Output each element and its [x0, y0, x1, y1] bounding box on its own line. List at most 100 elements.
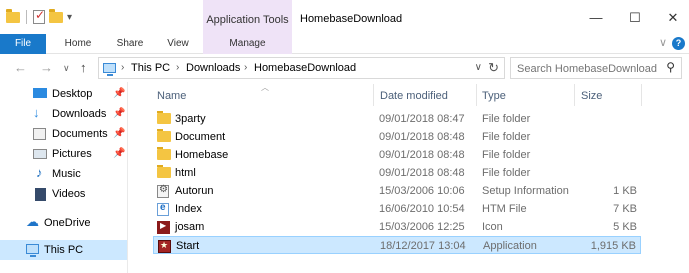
- column-header-size[interactable]: Size: [581, 90, 602, 102]
- videos-icon: [35, 188, 46, 201]
- file-date: 09/01/2018 08:48: [379, 149, 465, 161]
- pc-icon: [26, 244, 39, 257]
- breadcrumb-downloads[interactable]: Downloads: [186, 62, 240, 74]
- tab-view[interactable]: View: [158, 34, 198, 54]
- column-header-name[interactable]: Name: [157, 90, 186, 102]
- table-row[interactable]: Index 16/06/2010 10:54 HTM File 7 KB: [153, 200, 641, 218]
- table-row[interactable]: html 09/01/2018 08:48 File folder: [153, 164, 641, 182]
- sidebar-item-label: Downloads: [52, 108, 107, 120]
- sort-ascending-icon: ︿: [261, 83, 269, 92]
- pin-icon[interactable]: 📌: [113, 108, 125, 119]
- sidebar-item-downloads[interactable]: ↓ Downloads 📌: [0, 104, 127, 124]
- title-bar: ▾ Application Tools HomebaseDownload — ☐…: [0, 0, 689, 34]
- search-icon[interactable]: ⚲: [666, 60, 675, 74]
- chevron-right-icon[interactable]: ›: [244, 62, 247, 73]
- file-name: Index: [175, 203, 202, 215]
- tab-share[interactable]: Share: [110, 34, 150, 54]
- file-name: Homebase: [175, 149, 229, 161]
- back-arrow-icon[interactable]: ←: [14, 60, 27, 75]
- table-row[interactable]: josam 15/03/2006 12:25 Icon 5 KB: [153, 218, 641, 236]
- cloud-icon: ☁: [26, 214, 39, 229]
- address-row: ← → ∨ ↑ › This PC › Downloads › Homebase…: [0, 54, 689, 82]
- navigation-pane: Desktop 📌 ↓ Downloads 📌 Documents 📌 Pict…: [0, 82, 128, 273]
- search-input[interactable]: [517, 61, 657, 76]
- music-icon: ♪: [36, 165, 43, 180]
- sidebar-item-pictures[interactable]: Pictures 📌: [0, 144, 127, 164]
- recent-locations-icon[interactable]: ∨: [63, 63, 70, 74]
- tab-home[interactable]: Home: [58, 34, 98, 54]
- file-date: 18/12/2017 13:04: [380, 240, 466, 252]
- file-list: ︿ Name Date modified Type Size 3party 09…: [129, 82, 689, 273]
- sidebar-item-label: Desktop: [52, 88, 93, 100]
- refresh-icon[interactable]: ↻: [488, 60, 499, 76]
- minimize-button[interactable]: —: [581, 8, 611, 28]
- tab-manage[interactable]: Manage: [203, 34, 292, 54]
- file-date: 09/01/2018 08:48: [379, 131, 465, 143]
- toolbar-divider: [26, 10, 27, 24]
- column-divider[interactable]: [641, 84, 642, 106]
- sidebar-item-this-pc[interactable]: This PC: [0, 240, 127, 260]
- desktop-icon: [33, 88, 47, 98]
- column-divider[interactable]: [476, 84, 477, 106]
- up-arrow-icon[interactable]: ↑: [80, 60, 87, 75]
- pin-icon[interactable]: 📌: [113, 148, 125, 159]
- file-name: Document: [175, 131, 226, 143]
- file-name: josam: [175, 221, 205, 233]
- file-type: Application: [483, 240, 537, 252]
- pin-icon[interactable]: 📌: [113, 128, 125, 139]
- file-date: 16/06/2010 10:54: [379, 203, 465, 215]
- sidebar-item-onedrive[interactable]: ☁ OneDrive: [0, 213, 127, 233]
- tab-file[interactable]: File: [0, 34, 46, 54]
- close-button[interactable]: ✕: [658, 8, 688, 28]
- file-type: File folder: [482, 131, 531, 143]
- chevron-right-icon[interactable]: ›: [176, 62, 179, 73]
- breadcrumb-this-pc[interactable]: This PC: [131, 62, 170, 74]
- file-type: Setup Information: [482, 185, 569, 197]
- help-icon[interactable]: ?: [672, 37, 685, 50]
- folder-icon: [157, 111, 171, 124]
- application-tools-label: Application Tools: [206, 14, 289, 26]
- file-type: HTM File: [482, 203, 527, 215]
- table-row-selected[interactable]: Start 18/12/2017 13:04 Application 1,915…: [153, 236, 641, 254]
- column-header-date[interactable]: Date modified: [380, 90, 448, 102]
- chevron-right-icon[interactable]: ›: [121, 62, 124, 73]
- address-bar[interactable]: › This PC › Downloads › HomebaseDownload…: [98, 57, 505, 79]
- window-title: HomebaseDownload: [300, 13, 403, 25]
- table-row[interactable]: Document 09/01/2018 08:48 File folder: [153, 128, 641, 146]
- sidebar-item-label: This PC: [44, 244, 84, 256]
- sidebar-item-videos[interactable]: Videos: [0, 184, 127, 204]
- file-date: 15/03/2006 12:25: [379, 221, 465, 233]
- column-divider[interactable]: [574, 84, 575, 106]
- download-icon: ↓: [33, 105, 40, 120]
- maximize-button[interactable]: ☐: [620, 8, 650, 28]
- sidebar-item-label: Documents: [52, 128, 108, 140]
- breadcrumb-homebasedownload[interactable]: HomebaseDownload: [254, 62, 356, 74]
- folder-icon: [157, 165, 171, 178]
- customize-toolbar-icon[interactable]: ▾: [67, 12, 72, 23]
- table-row[interactable]: Homebase 09/01/2018 08:48 File folder: [153, 146, 641, 164]
- file-size: 1 KB: [613, 185, 637, 197]
- column-headers: ︿ Name Date modified Type Size: [129, 82, 689, 108]
- new-folder-icon[interactable]: [49, 8, 63, 23]
- sidebar-item-documents[interactable]: Documents 📌: [0, 124, 127, 144]
- sidebar-item-label: OneDrive: [44, 217, 91, 229]
- file-name: Start: [176, 240, 200, 252]
- search-box[interactable]: ⚲: [510, 57, 682, 79]
- file-size: 5 KB: [613, 221, 637, 233]
- column-divider[interactable]: [373, 84, 374, 106]
- column-header-type[interactable]: Type: [482, 90, 506, 102]
- file-name: Autorun: [175, 185, 214, 197]
- folder-icon[interactable]: [6, 8, 20, 23]
- table-row[interactable]: 3party 09/01/2018 08:47 File folder: [153, 110, 641, 128]
- folder-icon: [157, 129, 171, 142]
- sidebar-item-desktop[interactable]: Desktop 📌: [0, 84, 127, 104]
- address-dropdown-icon[interactable]: ∨: [475, 62, 482, 73]
- sidebar-item-music[interactable]: ♪ Music: [0, 164, 127, 184]
- collapse-ribbon-icon[interactable]: ∨: [659, 36, 667, 49]
- properties-icon[interactable]: [33, 8, 45, 24]
- pictures-icon: [33, 149, 47, 159]
- file-type: File folder: [482, 149, 531, 161]
- forward-arrow-icon[interactable]: →: [40, 60, 53, 75]
- table-row[interactable]: Autorun 15/03/2006 10:06 Setup Informati…: [153, 182, 641, 200]
- pin-icon[interactable]: 📌: [113, 88, 125, 99]
